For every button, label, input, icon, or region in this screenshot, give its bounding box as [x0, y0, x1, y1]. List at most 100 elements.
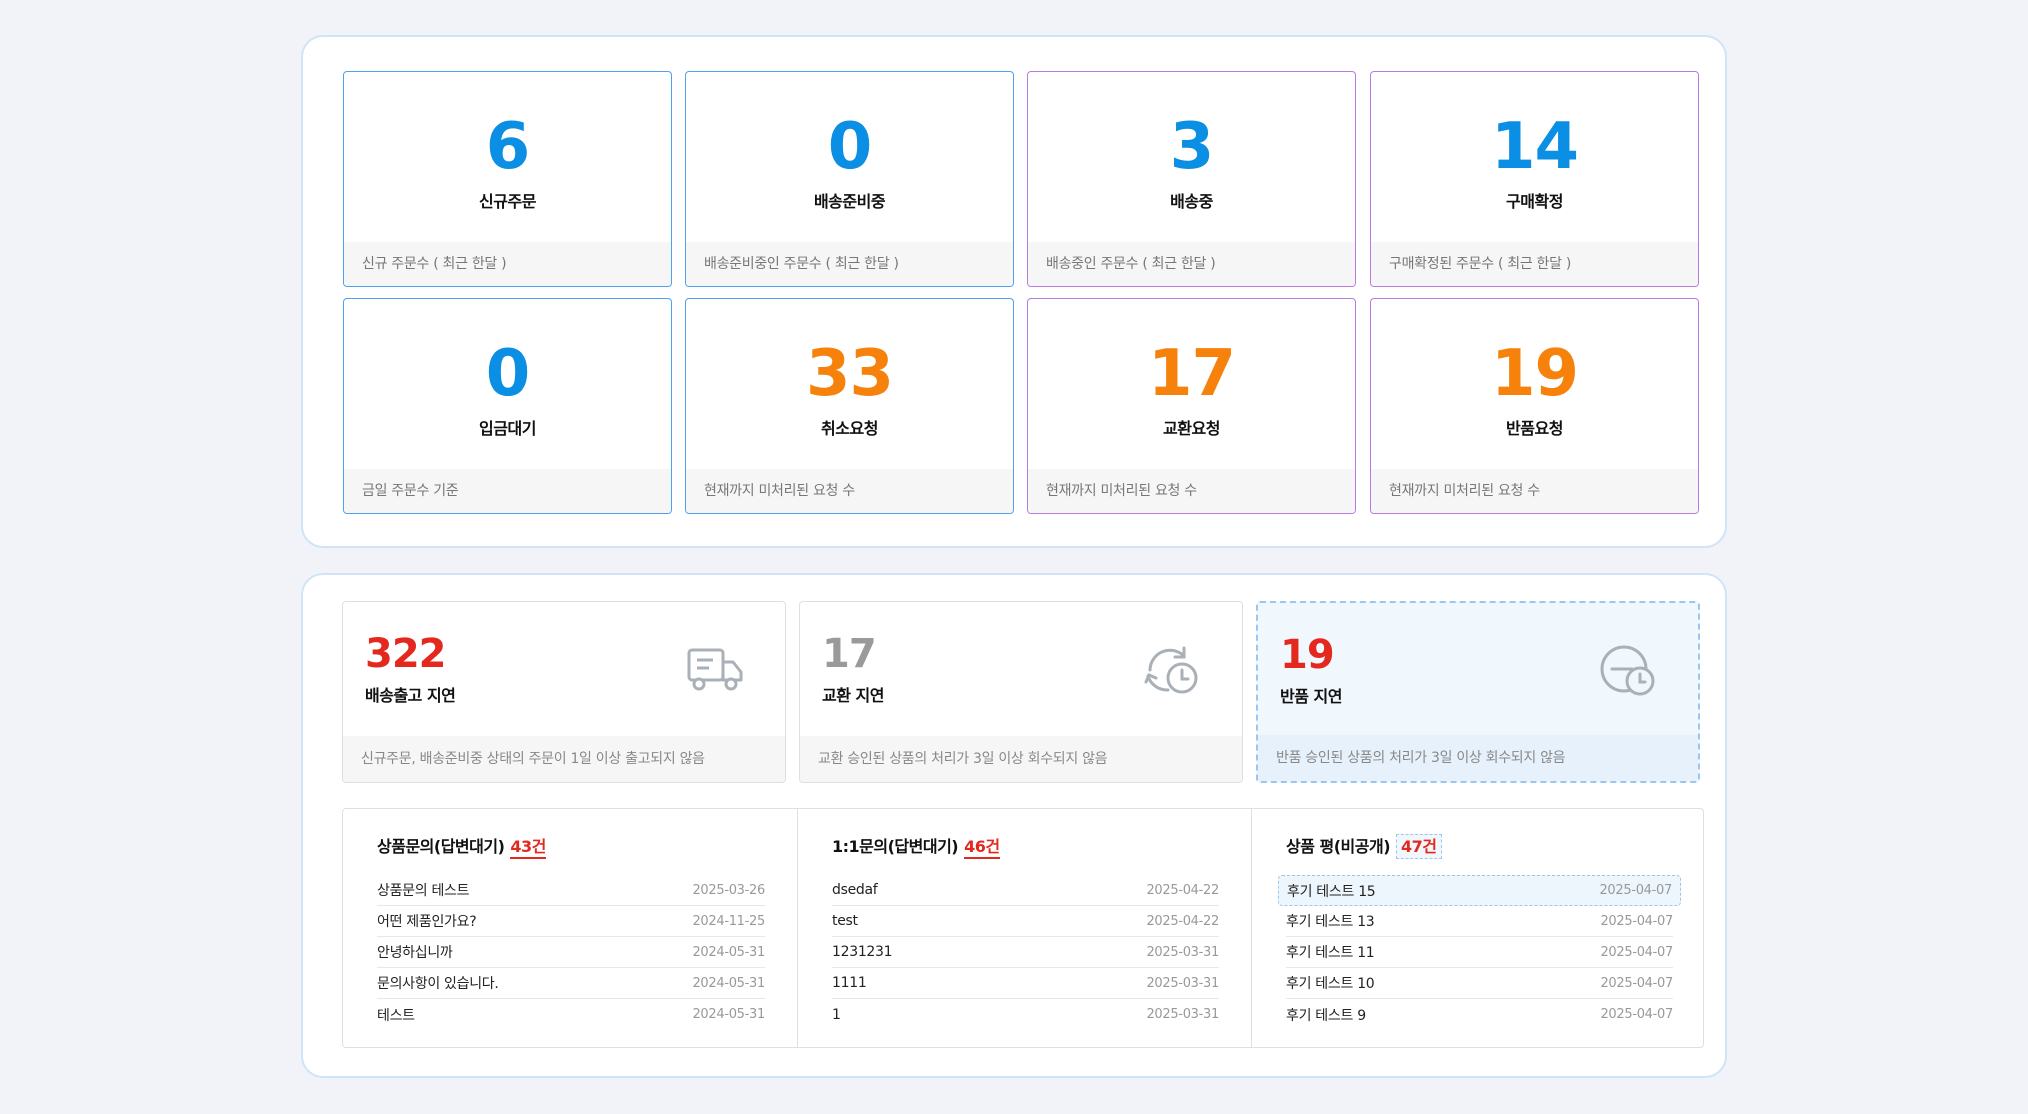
delay-description: 신규주문, 배송준비중 상태의 주문이 1일 이상 출고되지 않음: [343, 736, 785, 782]
stat-value: 19: [1490, 337, 1579, 411]
delay-label: 반품 지연: [1280, 687, 1342, 706]
item-date: 2024-05-31: [692, 944, 765, 960]
list-item[interactable]: 후기 테스트 10 2025-04-07: [1286, 968, 1673, 999]
stat-label: 입금대기: [479, 419, 536, 438]
delay-label: 교환 지연: [822, 686, 884, 705]
stat-card-confirmed[interactable]: 14 구매확정 구매확정된 주문수 ( 최근 한달 ): [1370, 71, 1699, 287]
item-title: 1111: [832, 975, 867, 991]
stat-value: 14: [1490, 110, 1579, 184]
delay-card-shipping[interactable]: 322 배송출고 지연 신규주문, 배송준비중 상태의 주문이 1일 이상 출고…: [342, 601, 786, 783]
delay-and-inquiry-panel: 322 배송출고 지연 신규주문, 배송준비중 상태의 주문이 1일 이상 출고…: [301, 573, 1727, 1078]
item-title: 후기 테스트 15: [1287, 883, 1376, 900]
item-date: 2024-05-31: [692, 1007, 765, 1022]
stat-label: 교환요청: [1163, 419, 1220, 438]
list-title-text: 1:1문의(답변대기): [832, 837, 959, 856]
stat-description: 현재까지 미처리된 요청 수: [1371, 469, 1698, 513]
delay-card-exchange[interactable]: 17 교환 지연 교환 승인된 상품의 처리가 3일 이상 회수되지 않음: [799, 601, 1243, 783]
stat-label: 구매확정: [1506, 192, 1563, 211]
list-item[interactable]: 후기 테스트 9 2025-04-07: [1286, 999, 1673, 1030]
stat-card-awaiting-payment[interactable]: 0 입금대기 금일 주문수 기준: [343, 298, 672, 514]
stat-description: 현재까지 미처리된 요청 수: [686, 469, 1013, 513]
list-item[interactable]: 1231231 2025-03-31: [832, 937, 1219, 968]
item-title: test: [832, 913, 858, 929]
stat-label: 배송중: [1170, 192, 1213, 211]
return-clock-icon: [1600, 645, 1655, 696]
list-count[interactable]: 43건: [510, 837, 546, 859]
item-date: 2024-05-31: [692, 975, 765, 991]
item-title: 안녕하십니까: [377, 945, 453, 961]
order-status-panel: 6 신규주문 신규 주문수 ( 최근 한달 ) 0 배송준비중 배송준비중인 주…: [301, 35, 1727, 548]
delay-value: 19: [1280, 632, 1335, 678]
list-item[interactable]: 후기 테스트 15 2025-04-07: [1278, 875, 1681, 906]
stat-card-exchange-requests[interactable]: 17 교환요청 현재까지 미처리된 요청 수: [1027, 298, 1356, 514]
dashboard-canvas: 6 신규주문 신규 주문수 ( 최근 한달 ) 0 배송준비중 배송준비중인 주…: [0, 0, 2028, 1114]
stat-card-cancel-requests[interactable]: 33 취소요청 현재까지 미처리된 요청 수: [685, 298, 1014, 514]
stat-description: 구매확정된 주문수 ( 최근 한달 ): [1371, 242, 1698, 286]
delay-card-return[interactable]: 19 반품 지연 반품 승인된 상품의 처리가 3일 이상 회수되지 않음: [1256, 601, 1700, 783]
stat-description: 배송준비중인 주문수 ( 최근 한달 ): [686, 242, 1013, 286]
item-title: 1: [832, 1006, 841, 1023]
item-date: 2025-03-31: [1146, 975, 1219, 991]
truck-icon: [687, 648, 743, 691]
delay-value: 17: [822, 631, 877, 677]
list-title[interactable]: 1:1문의(답변대기) 46건: [832, 833, 1000, 859]
inquiry-lists: 상품문의(답변대기) 43건 상품문의 테스트 2025-03-26 어떤 제품인가…: [342, 808, 1704, 1048]
list-rows: 후기 테스트 15 2025-04-07 후기 테스트 13 2025-04-07 …: [1278, 875, 1681, 1030]
item-date: 2025-04-22: [1146, 913, 1219, 929]
delay-label: 배송출고 지연: [365, 686, 456, 705]
list-item[interactable]: dsedaf 2025-04-22: [832, 875, 1219, 906]
list-rows: dsedaf 2025-04-22 test 2025-04-22 1231231 2…: [832, 875, 1219, 1030]
stat-card-return-requests[interactable]: 19 반품요청 현재까지 미처리된 요청 수: [1370, 298, 1699, 514]
list-item[interactable]: 1111 2025-03-31: [832, 968, 1219, 999]
delay-description: 교환 승인된 상품의 처리가 3일 이상 회수되지 않음: [800, 736, 1242, 782]
item-title: 1231231: [832, 944, 893, 960]
stat-label: 신규주문: [479, 192, 536, 211]
item-date: 2025-04-22: [1146, 882, 1219, 898]
list-title[interactable]: 상품문의(답변대기) 43건: [377, 833, 546, 859]
stat-description: 금일 주문수 기준: [344, 469, 671, 513]
list-item[interactable]: 문의사항이 있습니다. 2024-05-31: [377, 968, 765, 999]
item-date: 2025-03-26: [692, 882, 765, 898]
item-date: 2025-04-07: [1599, 883, 1672, 898]
product-inquiry-list: 상품문의(답변대기) 43건 상품문의 테스트 2025-03-26 어떤 제품인가…: [343, 809, 797, 1047]
item-title: 문의사항이 있습니다.: [377, 976, 499, 992]
list-title-text: 상품문의(답변대기): [377, 837, 505, 856]
list-title[interactable]: 상품 평(비공개) 47건: [1286, 833, 1442, 859]
stat-card-new-orders[interactable]: 6 신규주문 신규 주문수 ( 최근 한달 ): [343, 71, 672, 287]
stat-card-shipping[interactable]: 3 배송중 배송중인 주문수 ( 최근 한달 ): [1027, 71, 1356, 287]
list-item[interactable]: 후기 테스트 11 2025-04-07: [1286, 937, 1673, 968]
stat-value: 6: [485, 110, 531, 184]
stat-value: 3: [1169, 110, 1215, 184]
item-date: 2025-03-31: [1146, 1007, 1219, 1022]
list-item[interactable]: 테스트 2024-05-31: [377, 999, 765, 1030]
item-title: dsedaf: [832, 882, 878, 898]
item-date: 2025-04-07: [1600, 1007, 1673, 1022]
list-item[interactable]: 안녕하십니까 2024-05-31: [377, 937, 765, 968]
list-count[interactable]: 47건: [1396, 834, 1442, 859]
stat-value: 33: [805, 337, 894, 411]
list-item[interactable]: 상품문의 테스트 2025-03-26: [377, 875, 765, 906]
list-title-text: 상품 평(비공개): [1286, 837, 1391, 856]
list-item[interactable]: 어떤 제품인가요? 2024-11-25: [377, 906, 765, 937]
stat-value: 0: [827, 110, 873, 184]
delay-description: 반품 승인된 상품의 처리가 3일 이상 회수되지 않음: [1258, 735, 1698, 781]
list-item[interactable]: 1 2025-03-31: [832, 999, 1219, 1030]
stat-value: 17: [1147, 337, 1236, 411]
item-date: 2025-03-31: [1146, 944, 1219, 960]
stat-value: 0: [485, 337, 531, 411]
stat-description: 신규 주문수 ( 최근 한달 ): [344, 242, 671, 286]
list-item[interactable]: 후기 테스트 13 2025-04-07: [1286, 906, 1673, 937]
item-title: 상품문의 테스트: [377, 883, 470, 899]
item-title: 후기 테스트 11: [1286, 945, 1375, 961]
exchange-clock-icon: [1144, 646, 1198, 694]
list-count[interactable]: 46건: [964, 837, 1000, 859]
product-review-list: 상품 평(비공개) 47건 후기 테스트 15 2025-04-07 후기 테스트 …: [1251, 809, 1705, 1047]
item-title: 후기 테스트 9: [1286, 1007, 1366, 1024]
list-item[interactable]: test 2025-04-22: [832, 906, 1219, 937]
stat-label: 배송준비중: [813, 192, 886, 211]
item-date: 2025-04-07: [1600, 913, 1673, 929]
item-date: 2025-04-07: [1600, 944, 1673, 960]
item-title: 어떤 제품인가요?: [377, 914, 477, 930]
item-title: 후기 테스트 10: [1286, 976, 1375, 992]
stat-card-preparing[interactable]: 0 배송준비중 배송준비중인 주문수 ( 최근 한달 ): [685, 71, 1014, 287]
